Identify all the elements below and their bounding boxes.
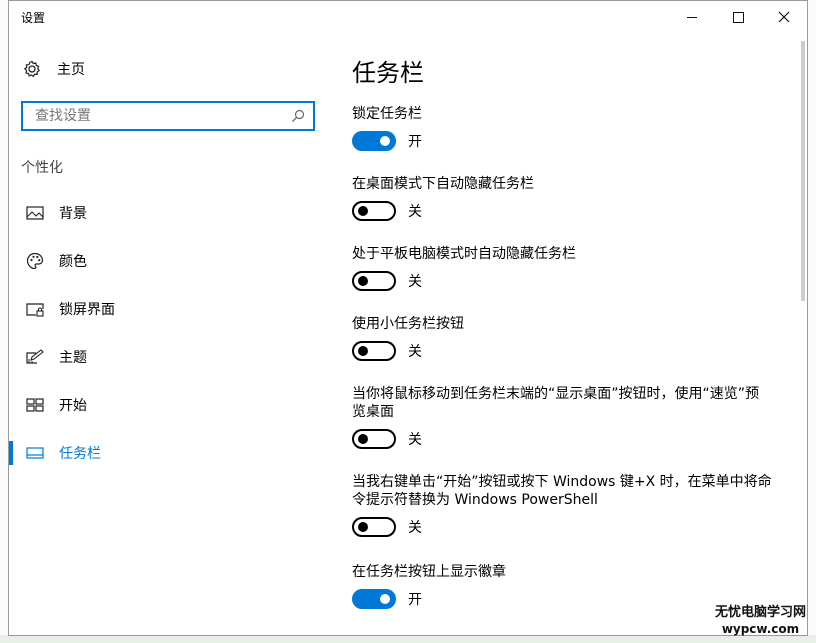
scrollbar[interactable]: [801, 41, 805, 301]
navigation-pane: 主页 个性化 背景 颜色 锁屏界面: [9, 33, 329, 635]
watermark: 无忧电脑学习网 wypcw.com: [715, 605, 806, 637]
setting-powershell-replace: 当我右键单击“开始”按钮或按下 Windows 键+X 时，在菜单中将命令提示符…: [352, 473, 792, 537]
toggle-state: 关: [408, 344, 422, 360]
sidebar-item-colors[interactable]: 颜色: [9, 247, 329, 275]
toggle-switch[interactable]: [352, 589, 396, 609]
background-app-edge-bottom: [0, 635, 816, 643]
watermark-title: 无忧电脑学习网: [714, 605, 806, 620]
sidebar-item-taskbar[interactable]: 任务栏: [9, 439, 329, 467]
toggle-switch[interactable]: [352, 201, 396, 221]
toggle-state: 关: [408, 274, 422, 290]
active-indicator: [9, 441, 13, 465]
sidebar-item-label: 背景: [59, 206, 87, 222]
toggle-switch[interactable]: [352, 131, 396, 151]
toggle-switch[interactable]: [352, 271, 396, 291]
setting-label: 使用小任务栏按钮: [352, 316, 464, 332]
sidebar-item-label: 主题: [59, 350, 87, 366]
toggle-switch[interactable]: [352, 341, 396, 361]
sidebar-item-themes[interactable]: 主题: [9, 343, 329, 371]
nav-home-label: 主页: [57, 62, 85, 78]
setting-label: 当你将鼠标移动到任务栏末端的“显示桌面”按钮时，使用“速览”预览桌面: [352, 386, 760, 420]
main-content: 任务栏 锁定任务栏 开 在桌面模式下自动隐藏任务栏 关 处于平板电脑模式时自动隐…: [352, 33, 792, 635]
theme-icon: [23, 349, 47, 365]
section-label-personalization: 个性化: [21, 160, 63, 176]
toggle-switch[interactable]: [352, 517, 396, 537]
setting-peek-preview: 当你将鼠标移动到任务栏末端的“显示桌面”按钮时，使用“速览”预览桌面 关: [352, 385, 792, 449]
toggle-switch[interactable]: [352, 429, 396, 449]
lock-screen-icon: [23, 302, 47, 317]
setting-auto-hide-tablet: 处于平板电脑模式时自动隐藏任务栏 关: [352, 245, 792, 291]
minimize-button[interactable]: [669, 1, 715, 33]
gear-icon: [21, 60, 43, 78]
sidebar-item-background[interactable]: 背景: [9, 199, 329, 227]
search-box[interactable]: [21, 101, 315, 131]
toggle-state: 开: [408, 592, 422, 608]
search-input[interactable]: [33, 107, 277, 125]
sidebar-item-lock-screen[interactable]: 锁屏界面: [9, 295, 329, 323]
setting-label: 在任务栏按钮上显示徽章: [352, 564, 506, 580]
toggle-state: 关: [408, 432, 422, 448]
palette-icon: [23, 252, 47, 270]
nav-home[interactable]: 主页: [21, 57, 85, 81]
background-app-edge-right: [807, 0, 816, 643]
title-bar: 设置: [9, 1, 807, 33]
watermark-url: wypcw.com: [721, 622, 800, 636]
setting-show-badges: 在任务栏按钮上显示徽章 开: [352, 563, 792, 609]
image-icon: [23, 206, 47, 220]
toggle-state: 开: [408, 134, 422, 150]
sidebar-item-label: 颜色: [59, 254, 87, 270]
setting-label: 当我右键单击“开始”按钮或按下 Windows 键+X 时，在菜单中将命令提示符…: [352, 474, 772, 508]
settings-window: 设置 主页 个性化: [8, 0, 808, 636]
maximize-button[interactable]: [715, 1, 761, 33]
setting-label: 在桌面模式下自动隐藏任务栏: [352, 176, 534, 192]
setting-auto-hide-desktop: 在桌面模式下自动隐藏任务栏 关: [352, 175, 792, 221]
setting-label: 锁定任务栏: [352, 106, 422, 122]
search-icon: [292, 109, 305, 122]
setting-lock-taskbar: 锁定任务栏 开: [352, 105, 792, 151]
toggle-state: 关: [408, 204, 422, 220]
start-icon: [23, 398, 47, 412]
toggle-state: 关: [408, 520, 422, 536]
setting-small-buttons: 使用小任务栏按钮 关: [352, 315, 792, 361]
window-title: 设置: [21, 11, 46, 25]
page-title: 任务栏: [352, 59, 424, 87]
close-button[interactable]: [761, 1, 807, 33]
setting-label: 处于平板电脑模式时自动隐藏任务栏: [352, 246, 576, 262]
taskbar-icon: [23, 447, 47, 459]
sidebar-item-label: 开始: [59, 398, 87, 414]
sidebar-item-label: 任务栏: [59, 446, 101, 462]
maximize-icon: [732, 11, 744, 23]
minimize-icon: [687, 16, 697, 18]
close-icon: [778, 11, 790, 23]
sidebar-item-label: 锁屏界面: [59, 302, 115, 318]
sidebar-item-start[interactable]: 开始: [9, 391, 329, 419]
